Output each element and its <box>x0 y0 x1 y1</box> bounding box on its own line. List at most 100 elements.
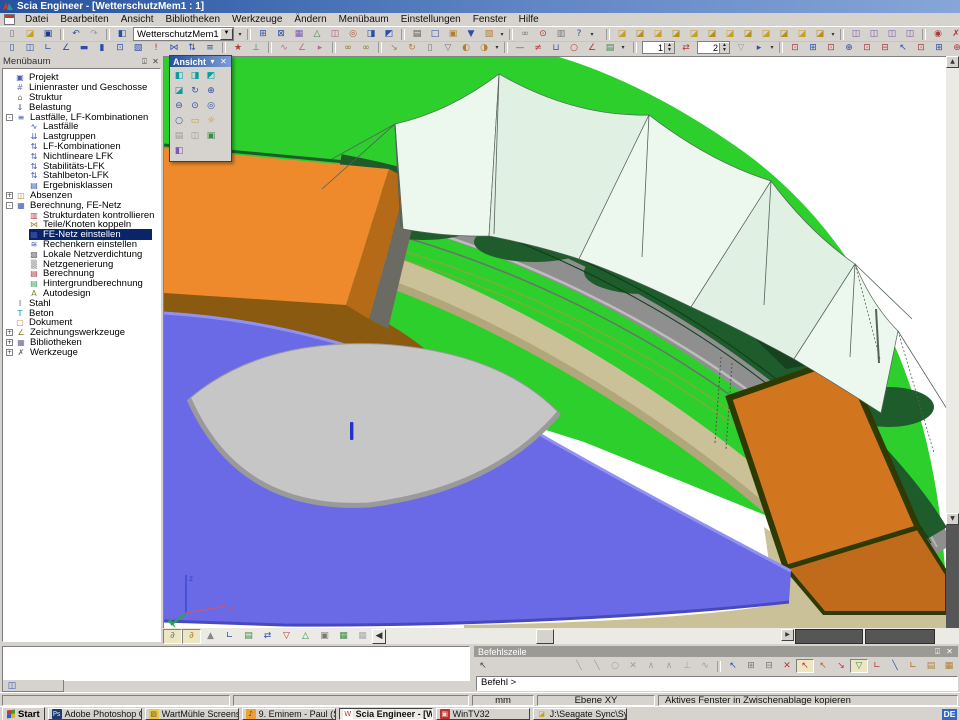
command-input[interactable]: Befehl > <box>476 676 958 691</box>
status-units[interactable]: mm <box>472 695 534 706</box>
clip-box-icon[interactable]: ▭ <box>187 114 203 129</box>
snap-angle-1-icon[interactable]: ∧ <box>642 659 660 673</box>
chevron-down-icon[interactable]: ▾ <box>208 57 217 66</box>
menu-hilfe[interactable]: Hilfe <box>513 14 545 26</box>
grid-gray-icon[interactable]: ▦ <box>353 629 372 644</box>
toolbar-overflow-icon[interactable]: ▾ <box>768 44 776 51</box>
light-icon[interactable]: ☼ <box>203 114 219 129</box>
menu-ndern[interactable]: Ändern <box>288 14 332 26</box>
snap-off-icon[interactable]: ✕ <box>778 659 796 673</box>
help-info-icon[interactable]: ? <box>570 27 588 41</box>
menu-einstellungen[interactable]: Einstellungen <box>395 14 467 26</box>
snap-circle-icon[interactable]: ○ <box>606 659 624 673</box>
end-snap-icon[interactable]: ↖ <box>814 659 832 673</box>
befehlszeile-caption[interactable]: Befehlszeile ⍗ ✕ <box>474 646 958 657</box>
window-split-icon[interactable]: ◩ <box>380 27 398 41</box>
tree-item-lastf-lle-lf-kombinationen[interactable]: -≡Lastfälle, LF-Kombinationen <box>3 112 160 122</box>
subregion-icon[interactable]: ▧ <box>129 41 147 55</box>
zoom-window-icon[interactable]: ⊙ <box>187 99 203 114</box>
cursor-snap-icon[interactable]: ↖ <box>724 659 742 673</box>
angle-tool-icon[interactable]: ∠ <box>583 41 601 55</box>
small-doc-icon[interactable]: ▯ <box>421 41 439 55</box>
snap-delete-icon[interactable]: ✕ <box>624 659 642 673</box>
pin-icon[interactable]: ⍗ <box>140 57 149 66</box>
storey-levels-icon[interactable]: ▤ <box>601 41 619 55</box>
dot-grid-icon[interactable]: ⊞ <box>742 659 760 673</box>
mesh-node-1-icon[interactable]: ⊡ <box>786 41 804 55</box>
activity-spinner-2[interactable]: 2▲▼ <box>697 41 730 54</box>
line-tool-icon[interactable]: — <box>511 41 529 55</box>
taskbar-button-j-seagate-sync-syncre-[interactable]: ◪J:\Seagate Sync\SyncRe... <box>533 708 627 720</box>
search-1-icon[interactable]: ∞ <box>339 41 357 55</box>
animation-icon[interactable]: △ <box>308 27 326 41</box>
table-composer-icon[interactable]: ▥ <box>552 27 570 41</box>
view-yz-icon[interactable]: ◩ <box>203 69 219 84</box>
tree-item-werkzeuge[interactable]: +✗Werkzeuge <box>3 347 160 357</box>
activity-spinner-1-arrows[interactable]: ▲▼ <box>664 43 674 53</box>
activity-spinner-2-value[interactable]: 2 <box>698 43 719 53</box>
gallery-icon[interactable]: ▦ <box>290 27 308 41</box>
redo-button[interactable]: ↷ <box>85 27 103 41</box>
view-folder-8-icon[interactable]: ◪ <box>739 27 757 41</box>
paste-4-icon[interactable]: ◫ <box>901 27 919 41</box>
open-folder-button[interactable]: ◪ <box>21 27 39 41</box>
expand-icon[interactable]: + <box>6 329 13 336</box>
activity-spinner-2-arrows[interactable]: ▲▼ <box>719 43 729 53</box>
search-2-icon[interactable]: ∞ <box>357 41 375 55</box>
close-icon[interactable]: ✕ <box>151 57 160 66</box>
collapse-toolbar-icon[interactable]: ◀ <box>372 629 386 644</box>
perspective-icon[interactable]: ∂ <box>163 629 182 644</box>
taskbar-button-scia-engineer-wett-[interactable]: WScia Engineer - [Wett... <box>339 708 433 720</box>
move-point-icon[interactable]: ↘ <box>385 41 403 55</box>
node-mark-icon[interactable]: ! <box>147 41 165 55</box>
truss-2-icon[interactable]: ⇅ <box>183 41 201 55</box>
line-grid-icon[interactable]: ⊟ <box>760 659 778 673</box>
activity-spinner-1-value[interactable]: 1 <box>643 43 664 53</box>
mid-snap-icon[interactable]: ▽ <box>850 659 868 673</box>
menu-fenster[interactable]: Fenster <box>467 14 513 26</box>
view-axo-icon[interactable]: ◪ <box>171 84 187 99</box>
view-folder-2-icon[interactable]: ◪ <box>631 27 649 41</box>
snap-mid-icon[interactable]: ╲ <box>588 659 606 673</box>
cursor-arrow-icon[interactable]: ↖ <box>474 659 492 673</box>
intersect-snap-icon[interactable]: ↘ <box>832 659 850 673</box>
properties-panel-tab[interactable]: ◫ <box>2 680 64 692</box>
combobox-arrow-icon[interactable]: ▼ <box>220 28 233 40</box>
wheel-icon[interactable]: ◎ <box>344 27 362 41</box>
member-beam-icon[interactable]: ◫ <box>21 41 39 55</box>
taskbar-button-wintv32[interactable]: ▣WinTV32 <box>436 708 530 720</box>
undo-button[interactable]: ↶ <box>67 27 85 41</box>
toolbar-overflow-icon[interactable]: ▾ <box>619 44 627 51</box>
accuracy-1-icon[interactable]: ▤ <box>922 659 940 673</box>
accuracy-2-icon[interactable]: ▦ <box>940 659 958 673</box>
zoom-out-icon[interactable]: ⊖ <box>171 99 187 114</box>
taskbar-button-wartm-hle-screenshot1-[interactable]: ▨WartMühle Screenshot1... <box>145 708 239 720</box>
expand-icon[interactable]: + <box>6 192 13 199</box>
extension-snap-icon[interactable]: ∟ <box>904 659 922 673</box>
clipboard-icon[interactable]: ◫ <box>326 27 344 41</box>
mesh-node-9-icon[interactable]: ⊞ <box>930 41 948 55</box>
menu-bibliotheken[interactable]: Bibliotheken <box>160 14 226 26</box>
burst-icon[interactable]: ★ <box>229 41 247 55</box>
hscroll-right-icon[interactable]: ▶ <box>781 629 794 641</box>
toolbar-overflow-icon[interactable]: ▾ <box>493 44 501 51</box>
snap-angle-2-icon[interactable]: ∧ <box>660 659 678 673</box>
viewport-canvas[interactable]: z x <box>163 56 947 629</box>
modify-curve-icon[interactable]: ∿ <box>275 41 293 55</box>
active-model-combobox[interactable]: WetterschutzMem1▼ <box>133 27 234 41</box>
view-folder-7-icon[interactable]: ◪ <box>721 27 739 41</box>
document-icon[interactable] <box>4 14 15 25</box>
toolbar-overflow-icon[interactable]: ▾ <box>498 31 506 38</box>
delete-workplane-icon[interactable]: ✗ <box>947 27 960 41</box>
view-folder-1-icon[interactable]: ◪ <box>613 27 631 41</box>
window-layout-button[interactable]: ◧ <box>113 27 131 41</box>
taskbar-button-adobe-photoshop-cs3-e-[interactable]: PsAdobe Photoshop CS3 E... <box>48 708 142 720</box>
print-preview-icon[interactable]: □ <box>426 27 444 41</box>
arrows-icon[interactable]: ⇄ <box>258 629 277 644</box>
zoom-selection-icon[interactable]: ○ <box>171 114 187 129</box>
collapse-icon[interactable]: - <box>6 114 13 121</box>
export-doc-icon[interactable]: ▼ <box>462 27 480 41</box>
mesh-node-3-icon[interactable]: ⊡ <box>822 41 840 55</box>
view-folder-6-icon[interactable]: ◪ <box>703 27 721 41</box>
vertical-scrollbar[interactable]: ▲ ▼ <box>946 56 959 628</box>
